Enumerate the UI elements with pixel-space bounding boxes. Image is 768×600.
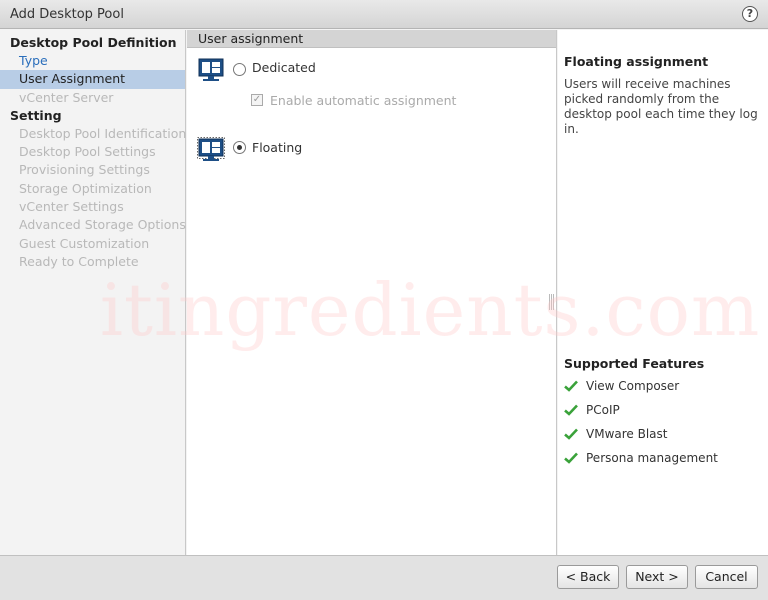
window-title: Add Desktop Pool	[10, 7, 124, 22]
wizard-nav: Desktop Pool Definition Type User Assign…	[0, 30, 186, 555]
wizard-footer: < Back Next > Cancel	[0, 555, 768, 600]
features-title: Supported Features	[564, 356, 705, 371]
info-description: Users will receive machines picked rando…	[564, 77, 758, 136]
feature-label: View Composer	[586, 379, 680, 393]
nav-item-pool-identification: Desktop Pool Identification	[19, 125, 187, 141]
feature-item: VMware Blast	[564, 426, 667, 442]
panel-header: User assignment	[187, 30, 556, 48]
feature-item: View Composer	[564, 378, 679, 394]
title-bar: Add Desktop Pool ?	[0, 0, 768, 29]
nav-item-advanced-storage: Advanced Storage Options	[19, 217, 186, 233]
nav-item-provisioning-settings: Provisioning Settings	[19, 162, 150, 178]
feature-item: PCoIP	[564, 402, 620, 418]
nav-item-vcenter-settings: vCenter Settings	[19, 199, 124, 215]
nav-item-pool-settings: Desktop Pool Settings	[19, 144, 156, 160]
desktop-floating-icon	[197, 137, 225, 163]
user-assignment-panel: User assignment Dedicated ✓ Enable autom…	[187, 30, 557, 555]
help-icon[interactable]: ?	[742, 6, 758, 22]
nav-section-setting: Setting	[10, 107, 62, 123]
nav-item-type[interactable]: Type	[0, 52, 185, 70]
nav-item-vcenter-server: vCenter Server	[19, 89, 114, 105]
feature-item: Persona management	[564, 450, 718, 466]
panel-splitter-handle[interactable]	[549, 294, 554, 310]
floating-label: Floating	[252, 140, 303, 155]
nav-section-definition: Desktop Pool Definition	[10, 35, 177, 50]
add-desktop-pool-window: Add Desktop Pool ? Desktop Pool Definiti…	[0, 0, 768, 600]
feature-label: VMware Blast	[586, 427, 668, 441]
check-icon	[564, 380, 578, 392]
feature-label: Persona management	[586, 451, 718, 465]
next-button[interactable]: Next >	[626, 565, 688, 589]
check-icon	[564, 452, 578, 464]
info-title: Floating assignment	[564, 54, 709, 69]
desktop-dedicated-icon	[197, 57, 225, 83]
nav-item-guest-customization: Guest Customization	[19, 235, 150, 251]
nav-item-storage-optimization: Storage Optimization	[19, 180, 152, 196]
feature-label: PCoIP	[586, 403, 620, 417]
check-icon	[564, 404, 578, 416]
auto-assign-checkbox: ✓	[251, 94, 263, 106]
dedicated-label: Dedicated	[252, 60, 316, 75]
info-panel: Floating assignment Users will receive m…	[558, 30, 768, 555]
nav-item-user-assignment[interactable]: User Assignment	[0, 70, 185, 89]
floating-radio[interactable]	[233, 141, 246, 154]
dedicated-radio[interactable]	[233, 63, 246, 76]
cancel-button[interactable]: Cancel	[695, 565, 758, 589]
nav-item-ready-to-complete: Ready to Complete	[19, 253, 139, 269]
back-button[interactable]: < Back	[557, 565, 619, 589]
auto-assign-label: Enable automatic assignment	[270, 93, 457, 108]
check-icon	[564, 428, 578, 440]
